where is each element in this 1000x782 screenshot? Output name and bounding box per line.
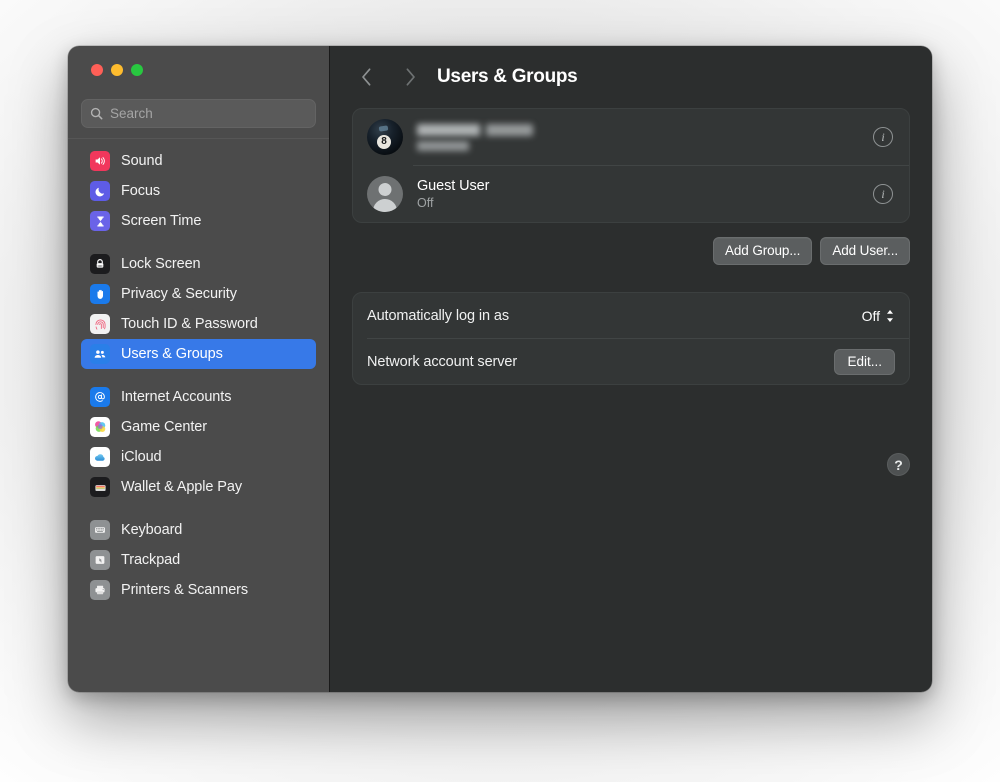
sidebar-item-keyboard[interactable]: Keyboard [81,515,316,545]
back-button[interactable] [351,62,381,92]
network-account-server-label: Network account server [367,353,518,370]
chevron-up-down-icon [885,308,895,324]
keyboard-icon [90,520,110,540]
user-subtitle-redacted [417,140,469,151]
user-name: Guest User [417,178,490,194]
sidebar-item-label: Wallet & Apple Pay [121,478,242,495]
user-row-primary[interactable]: 8 i [353,109,909,165]
sidebar-item-label: Focus [121,182,160,199]
lock-icon [90,254,110,274]
search-input[interactable] [110,106,307,121]
sidebar-item-icloud[interactable]: iCloud [81,442,316,472]
sidebar-item-label: Sound [121,152,163,169]
user-info-button[interactable]: i [873,127,893,147]
sidebar-item-wallet-apple-pay[interactable]: Wallet & Apple Pay [81,472,316,502]
moon-icon [90,181,110,201]
sidebar-item-label: Privacy & Security [121,285,237,302]
login-settings-panel: Automatically log in as Off Network acco… [352,292,910,385]
sidebar-item-sound[interactable]: Sound [81,146,316,176]
user-text [417,123,873,151]
user-row-guest[interactable]: Guest User Off i [353,166,909,222]
sidebar-item-internet-accounts[interactable]: Internet Accounts [81,382,316,412]
speaker-icon [90,151,110,171]
printer-icon [90,580,110,600]
sidebar-item-privacy-security[interactable]: Privacy & Security [81,279,316,309]
sidebar-item-label: Screen Time [121,212,202,229]
sidebar-item-label: iCloud [121,448,162,465]
sidebar-item-label: Printers & Scanners [121,581,249,598]
user-status: Off [417,196,434,210]
user-name-redacted [417,123,533,136]
add-group-button[interactable]: Add Group... [712,237,813,265]
add-user-button[interactable]: Add User... [820,237,910,265]
auto-login-label: Automatically log in as [367,307,509,324]
nav-group-1: Sound Focus Screen Time [81,146,316,236]
page-title: Users & Groups [437,66,578,87]
sidebar: Sound Focus [68,46,329,692]
search-icon [90,107,103,120]
close-window-button[interactable] [91,64,103,76]
minimize-window-button[interactable] [111,64,123,76]
sidebar-item-lock-screen[interactable]: Lock Screen [81,249,316,279]
nav-group-3: Internet Accounts Game Center iCloud Wal… [81,382,316,502]
hourglass-icon [90,211,110,231]
edit-network-account-server-button[interactable]: Edit... [834,348,895,375]
game-center-icon [90,417,110,437]
sidebar-item-label: Internet Accounts [121,388,232,405]
users-panel: 8 i Guest User Off i [352,108,910,223]
sidebar-item-touch-id[interactable]: Touch ID & Password [81,309,316,339]
nav-group-2: Lock Screen Privacy & Security Touch ID … [81,249,316,369]
sidebar-item-label: Touch ID & Password [121,315,258,332]
cloud-icon [90,447,110,467]
eight-ball-avatar: 8 [367,119,403,155]
at-sign-icon [90,387,110,407]
network-account-server-row: Network account server Edit... [353,339,909,384]
help-button[interactable]: ? [887,453,910,476]
sidebar-item-label: Keyboard [121,521,183,538]
sidebar-item-game-center[interactable]: Game Center [81,412,316,442]
sidebar-item-label: Trackpad [121,551,181,568]
sidebar-item-focus[interactable]: Focus [81,176,316,206]
search-box[interactable] [81,99,316,128]
sidebar-nav: Sound Focus Screen Time Lock Screen Priv… [68,139,329,618]
trackpad-icon [90,550,110,570]
content-area: Users & Groups 8 i Guest User Off i Add … [329,46,932,692]
sidebar-item-label: Lock Screen [121,255,201,272]
fingerprint-icon [90,314,110,334]
content-header: Users & Groups [330,46,932,108]
users-icon [90,344,110,364]
auto-login-value: Off [861,307,880,324]
user-text: Guest User Off [417,178,873,210]
sidebar-item-screen-time[interactable]: Screen Time [81,206,316,236]
sidebar-item-trackpad[interactable]: Trackpad [81,545,316,575]
guest-info-button[interactable]: i [873,184,893,204]
window-controls [68,46,329,92]
sidebar-item-users-groups[interactable]: Users & Groups [81,339,316,369]
hand-icon [90,284,110,304]
nav-group-4: Keyboard Trackpad Printers & Scanners [81,515,316,605]
auto-login-row: Automatically log in as Off [353,293,909,338]
wallet-icon [90,477,110,497]
system-settings-window: Sound Focus [68,46,932,692]
user-action-buttons: Add Group... Add User... [352,237,910,265]
sidebar-item-label: Users & Groups [121,345,223,362]
sidebar-item-label: Game Center [121,418,207,435]
forward-button[interactable] [395,62,425,92]
search-container [68,92,329,128]
auto-login-popup[interactable]: Off [862,308,895,324]
sidebar-item-printers-scanners[interactable]: Printers & Scanners [81,575,316,605]
guest-avatar [367,176,403,212]
maximize-window-button[interactable] [131,64,143,76]
